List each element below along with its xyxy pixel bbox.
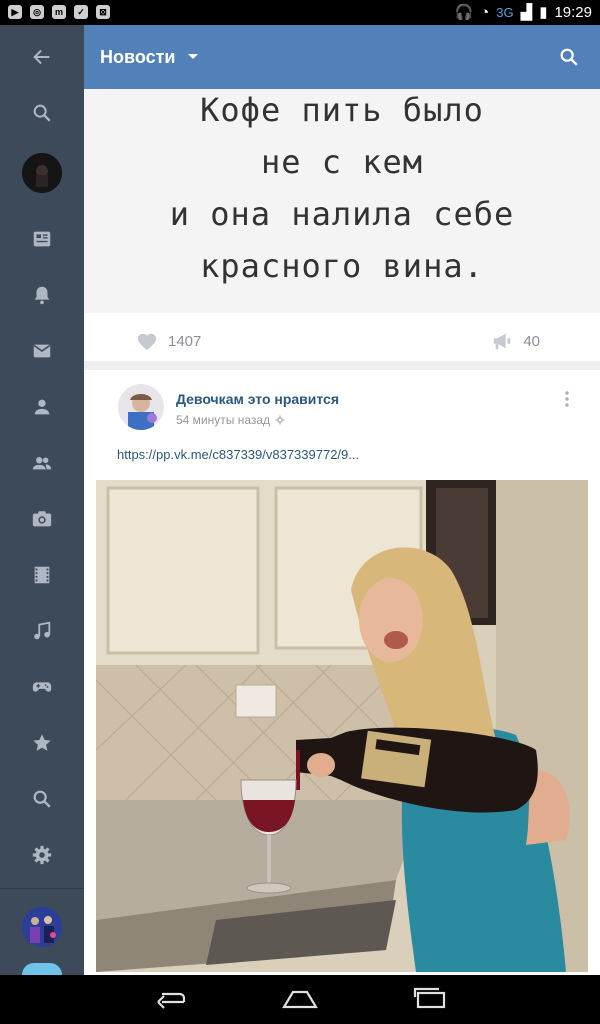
headphones-icon: 🎧 [454,4,474,21]
quote-line: не с кем [260,143,424,181]
search-icon[interactable] [558,46,580,68]
games-icon[interactable] [22,667,62,707]
system-navigation-bar [0,975,600,1024]
page-title[interactable]: Новости [100,47,175,68]
play-notification-icon: ▶ [8,5,22,19]
quote-line: красного вина. [200,247,484,285]
community-avatar[interactable] [118,384,164,430]
back-icon[interactable] [150,985,190,1013]
megaphone-icon [494,333,511,350]
news-feed[interactable]: Кофе пить было не с кем и она налила себ… [84,89,600,975]
quote-line: и она налила себе [169,195,515,233]
bag-notification-icon: ⊠ [96,5,110,19]
quote-line: Кофе пить было [200,91,484,129]
post-link[interactable]: https://pp.vk.me/c837339/v837339772/9... [117,447,359,462]
status-bar: ▶ ◎ m ✓ ⊠ 🎧 ◔ 3G ▟ ▮ 19:29 [0,0,600,25]
notifications-icon[interactable] [22,275,62,315]
home-icon[interactable] [280,985,320,1013]
favorites-icon[interactable] [22,723,62,763]
user-avatar[interactable] [22,153,62,193]
messages-icon[interactable] [22,331,62,371]
chevron-down-icon[interactable] [188,54,198,59]
like-button[interactable]: 1407 [136,331,201,351]
battery-icon: ▮ [539,4,548,21]
search-icon[interactable] [22,93,62,133]
sidebar [0,25,84,975]
videos-icon[interactable] [22,555,62,595]
post-image-quote[interactable]: Кофе пить было не с кем и она налила себ… [84,89,600,313]
bag-notification-icon: ✓ [74,5,88,19]
network-type: 3G [496,4,514,20]
heart-icon [137,333,157,351]
post-card: Девочкам это нравится 54 минуты назад ht… [84,370,600,975]
post-card: Кофе пить было не с кем и она налила себ… [84,89,600,361]
recent-apps-icon[interactable] [410,985,450,1013]
post-photo[interactable] [96,480,588,972]
app-notification-icon: m [52,5,66,19]
top-app-bar: Новости [84,25,600,89]
app-notification-icon: ◎ [30,5,44,19]
wifi-icon: ◔ [480,3,490,21]
share-count: 40 [523,332,540,350]
signal-icon: ▟ [520,4,533,21]
post-author[interactable]: Девочкам это нравится [176,391,339,407]
sidebar-divider [0,888,84,889]
profile-icon[interactable] [22,387,62,427]
community-avatar[interactable] [22,963,62,975]
more-options-icon[interactable] [564,390,570,408]
clock: 19:29 [554,3,592,21]
friends-icon[interactable] [22,443,62,483]
settings-icon[interactable] [22,835,62,875]
community-avatar[interactable] [22,907,62,947]
music-icon[interactable] [22,611,62,651]
like-count: 1407 [168,332,202,350]
news-icon[interactable] [22,219,62,259]
share-button[interactable]: 40 [491,331,540,351]
search-icon[interactable] [22,779,62,819]
back-icon[interactable] [22,37,62,77]
gear-icon [275,415,285,425]
photos-icon[interactable] [22,499,62,539]
post-timestamp: 54 минуты назад [176,413,286,427]
